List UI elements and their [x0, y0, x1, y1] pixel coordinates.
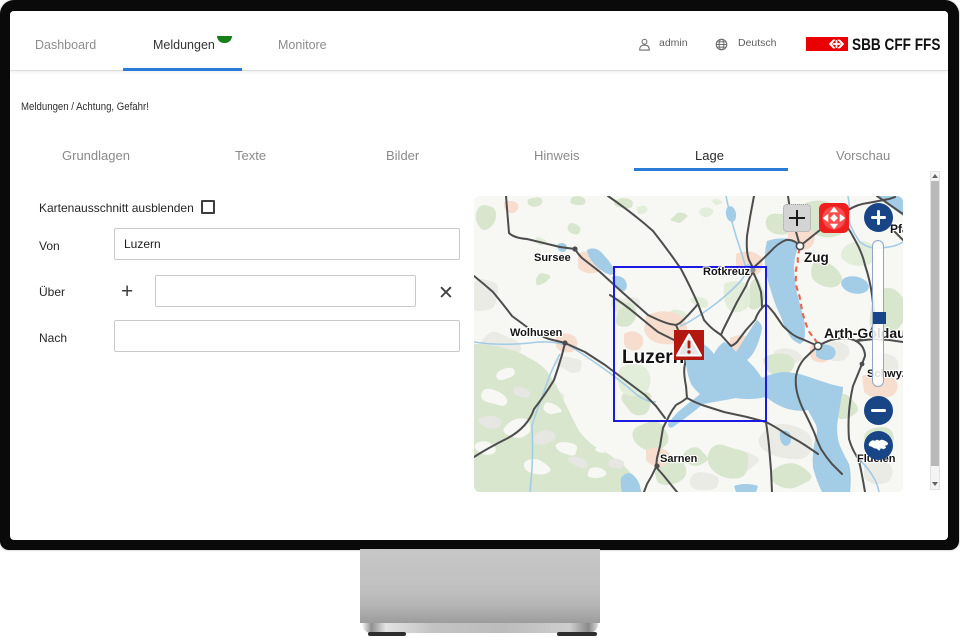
- svg-text:Rotkreuz: Rotkreuz: [703, 266, 751, 278]
- svg-text:Sursee: Sursee: [534, 252, 571, 264]
- svg-text:Sarnen: Sarnen: [660, 453, 698, 465]
- svg-text:Zug: Zug: [804, 250, 829, 265]
- svg-text:Pfäffikon: Pfäffikon: [890, 222, 903, 236]
- svg-text:Arth-Goldau: Arth-Goldau: [824, 325, 903, 341]
- svg-text:Wolhusen: Wolhusen: [510, 327, 563, 339]
